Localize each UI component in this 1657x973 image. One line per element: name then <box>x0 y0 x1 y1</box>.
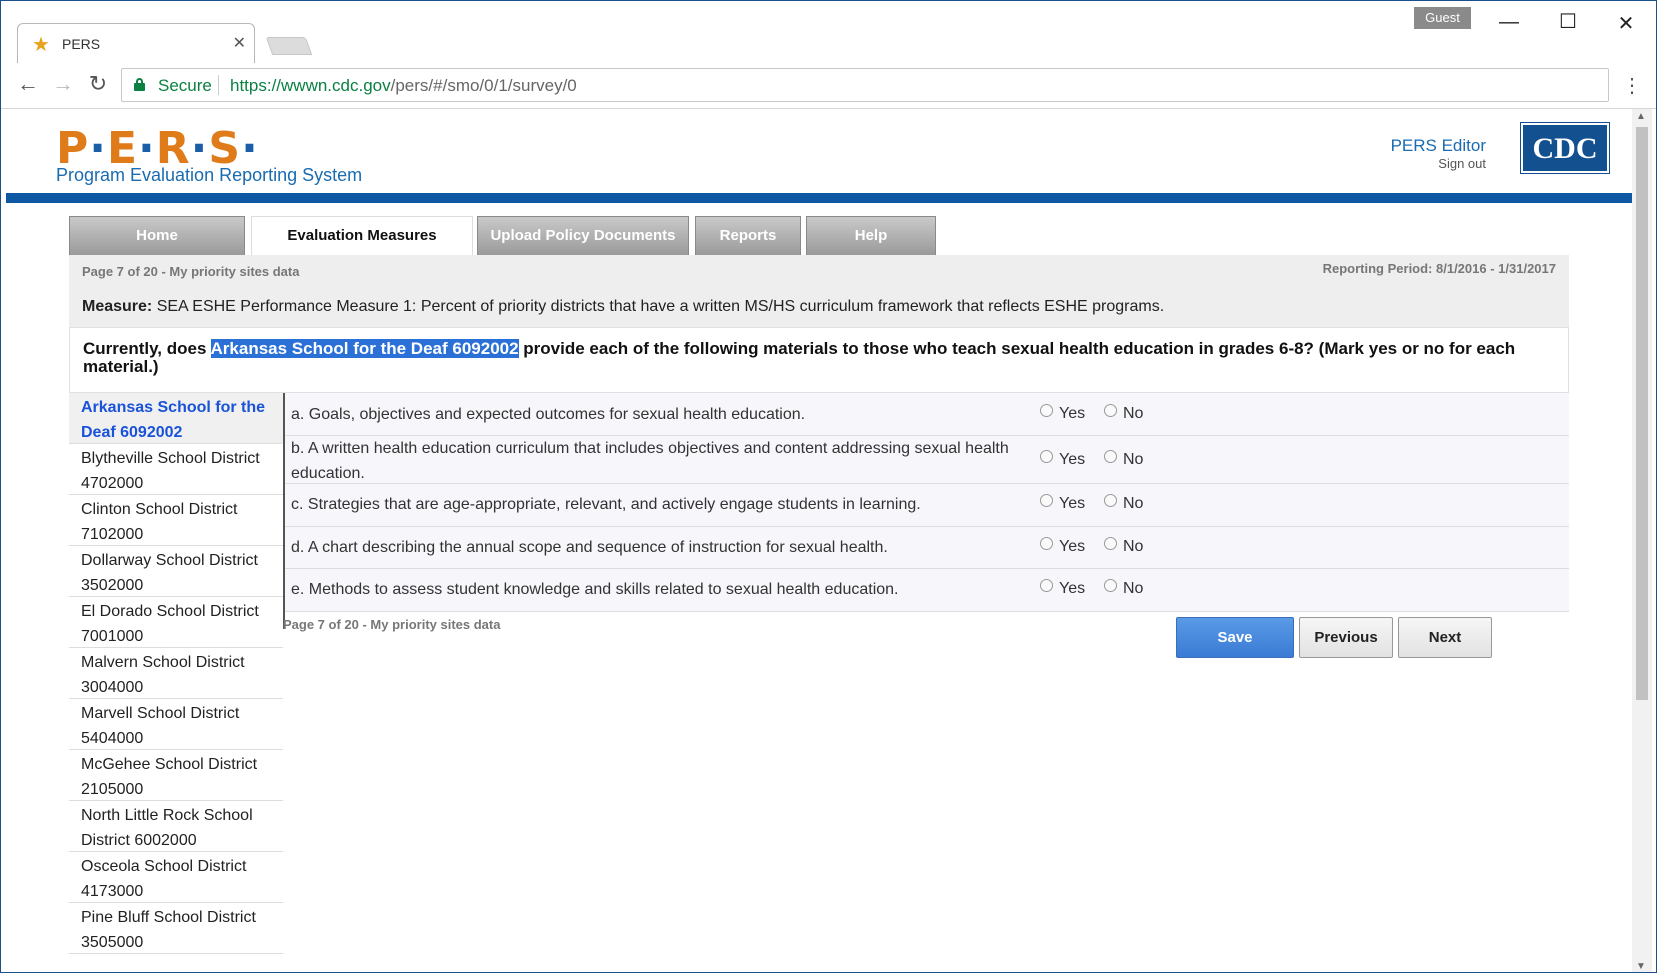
page-label-footer: Page 7 of 20 - My priority sites data <box>283 617 501 632</box>
browser-tab[interactable]: ★ PERS ✕ <box>17 23 255 63</box>
scroll-down-icon[interactable]: ▼ <box>1636 961 1646 972</box>
page-info-bar: Page 7 of 20 - My priority sites data Re… <box>69 255 1569 289</box>
maximize-icon[interactable]: ☐ <box>1553 9 1583 34</box>
item-text: a. Goals, objectives and expected outcom… <box>291 406 806 423</box>
site-item[interactable]: McGehee School District 2105000 <box>69 750 283 801</box>
cdc-logo: CDC <box>1520 122 1610 174</box>
no-radio[interactable]: No <box>1104 450 1143 469</box>
yes-radio[interactable]: Yes <box>1040 450 1085 469</box>
address-bar[interactable]: Secure https://wwwn.cdc.gov/pers/#/smo/0… <box>121 68 1609 102</box>
yes-radio[interactable]: Yes <box>1040 404 1085 423</box>
tab-home[interactable]: Home <box>69 216 245 256</box>
site-item[interactable]: Marvell School District 5404000 <box>69 699 283 750</box>
yes-radio[interactable]: Yes <box>1040 579 1085 598</box>
site-item[interactable]: Dollarway School District 3502000 <box>69 546 283 597</box>
no-radio[interactable]: No <box>1104 494 1143 513</box>
tab-help[interactable]: Help <box>806 216 936 256</box>
no-radio[interactable]: No <box>1104 579 1143 598</box>
profile-badge[interactable]: Guest <box>1414 7 1471 29</box>
divider <box>218 75 219 95</box>
no-radio[interactable]: No <box>1104 404 1143 423</box>
title-bar: ★ PERS ✕ Guest — ☐ ✕ <box>1 1 1656 63</box>
measure-text: Measure: SEA ESHE Performance Measure 1:… <box>69 289 1569 327</box>
tab-upload-policy-documents[interactable]: Upload Policy Documents <box>477 216 689 256</box>
secure-label: Secure <box>158 76 212 95</box>
next-button[interactable]: Next <box>1398 617 1492 658</box>
site-item[interactable]: Arkansas School for the Deaf 6092002 <box>69 393 283 444</box>
question-site-highlight: Arkansas School for the Deaf 6092002 <box>210 339 519 358</box>
yes-radio[interactable]: Yes <box>1040 494 1085 513</box>
site-item[interactable]: Malvern School District 3004000 <box>69 648 283 699</box>
question-row: a. Goals, objectives and expected outcom… <box>285 393 1569 436</box>
user-name: PERS Editor <box>1390 136 1486 155</box>
question-row: c. Strategies that are age-appropriate, … <box>285 484 1569 527</box>
measure-description: SEA ESHE Performance Measure 1: Percent … <box>156 298 1165 315</box>
site-item[interactable]: El Dorado School District 7001000 <box>69 597 283 648</box>
site-list: Arkansas School for the Deaf 6092002 Blyt… <box>69 393 283 954</box>
close-tab-icon[interactable]: ✕ <box>233 33 246 53</box>
reporting-period: Reporting Period: 8/1/2016 - 1/31/2017 <box>1322 261 1556 276</box>
question-row: d. A chart describing the annual scope a… <box>285 527 1569 569</box>
url-text[interactable]: https://wwwn.cdc.gov/pers/#/smo/0/1/surv… <box>230 76 577 96</box>
page-label: Page 7 of 20 - My priority sites data <box>82 264 300 279</box>
browser-toolbar: ← → ↻ Secure https://wwwn.cdc.gov/pers/#… <box>1 63 1656 109</box>
scrollbar-thumb[interactable] <box>1636 127 1648 700</box>
sign-out-link[interactable]: Sign out <box>1386 156 1486 171</box>
item-text: d. A chart describing the annual scope a… <box>291 539 888 556</box>
browser-menu-icon[interactable]: ⋮ <box>1622 73 1642 98</box>
scroll-up-icon[interactable]: ▲ <box>1636 111 1646 122</box>
save-button[interactable]: Save <box>1176 617 1294 658</box>
tab-title: PERS <box>62 36 101 52</box>
previous-button[interactable]: Previous <box>1299 617 1393 658</box>
site-item[interactable]: Pine Bluff School District 3505000 <box>69 903 283 954</box>
site-item[interactable]: North Little Rock School District 6002000 <box>69 801 283 852</box>
new-tab-button[interactable] <box>265 37 313 55</box>
forward-icon[interactable]: → <box>48 71 78 97</box>
site-subtitle: Program Evaluation Reporting System <box>56 165 363 185</box>
item-text: b. A written health education curriculum… <box>291 440 1009 482</box>
question-prefix: Currently, does <box>83 339 211 358</box>
question-text: Currently, does Arkansas School for the … <box>69 327 1569 393</box>
lock-icon <box>134 78 145 91</box>
close-window-icon[interactable]: ✕ <box>1611 11 1641 36</box>
measure-label: Measure: <box>82 298 153 315</box>
page-content: P·E·R·S· Program Evaluation Reporting Sy… <box>6 109 1632 972</box>
item-text: c. Strategies that are age-appropriate, … <box>291 496 921 513</box>
no-radio[interactable]: No <box>1104 537 1143 556</box>
site-item[interactable]: Clinton School District 7102000 <box>69 495 283 546</box>
yes-radio[interactable]: Yes <box>1040 537 1085 556</box>
reload-icon[interactable]: ↻ <box>83 71 113 97</box>
scrollbar[interactable]: ▲ ▼ <box>1632 109 1652 972</box>
site-item[interactable]: Osceola School District 4173000 <box>69 852 283 903</box>
question-row: e. Methods to assess student knowledge a… <box>285 569 1569 612</box>
site-item[interactable]: Blytheville School District 4702000 <box>69 444 283 495</box>
browser-window: ★ PERS ✕ Guest — ☐ ✕ ← → ↻ Secure https:… <box>0 0 1657 973</box>
question-row: b. A written health education curriculum… <box>285 436 1569 484</box>
tab-reports[interactable]: Reports <box>695 216 801 256</box>
back-icon[interactable]: ← <box>13 71 43 97</box>
item-text: e. Methods to assess student knowledge a… <box>291 581 899 598</box>
question-items: a. Goals, objectives and expected outcom… <box>285 393 1569 612</box>
tab-evaluation-measures-reporting[interactable]: Evaluation Measures Reporting <box>251 216 473 282</box>
minimize-icon[interactable]: — <box>1494 11 1524 34</box>
star-icon: ★ <box>32 34 50 56</box>
header-bar <box>6 193 1632 203</box>
